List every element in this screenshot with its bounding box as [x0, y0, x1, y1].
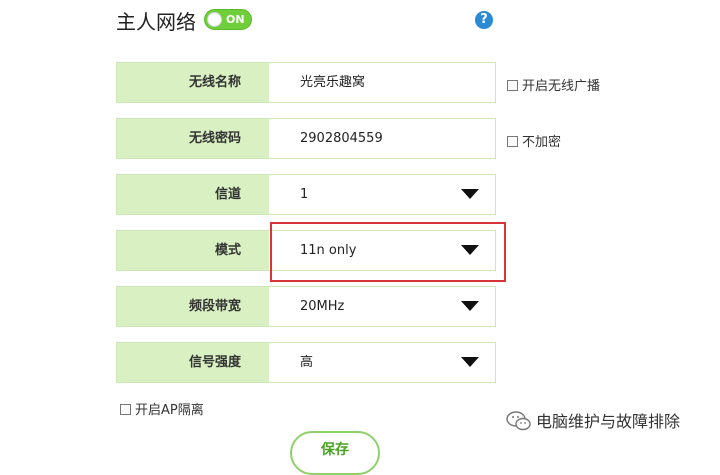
ap-isolation-label: 开启AP隔离	[135, 403, 204, 418]
mode-label: 模式	[214, 243, 241, 258]
save-button[interactable]: 保存	[290, 431, 380, 475]
chevron-down-icon[interactable]	[461, 301, 479, 311]
broadcast-option[interactable]: 开启无线广播	[507, 75, 600, 94]
channel-row: 信道 1	[116, 174, 496, 215]
signal-strength-row: 信号强度 高	[116, 342, 496, 383]
signal-strength-label: 信号强度	[188, 355, 241, 370]
password-label: 无线密码	[188, 131, 241, 146]
wechat-icon	[506, 411, 531, 431]
password-row: 无线密码 2902804559	[116, 118, 496, 159]
toggle-knob	[207, 12, 222, 27]
broadcast-label: 开启无线广播	[522, 79, 601, 94]
chevron-down-icon[interactable]	[461, 189, 479, 199]
password-value: 2902804559	[300, 131, 383, 146]
broadcast-checkbox[interactable]	[507, 80, 518, 91]
no-encrypt-label: 不加密	[522, 135, 562, 150]
ssid-row: 无线名称 光亮乐趣窝	[116, 62, 496, 103]
ap-isolation-checkbox[interactable]	[120, 404, 131, 415]
toggle-label: ON	[226, 13, 245, 26]
no-encrypt-option[interactable]: 不加密	[507, 131, 561, 150]
page-title: 主人网络	[116, 10, 196, 34]
password-input[interactable]: 2902804559	[269, 119, 495, 158]
bandwidth-row: 频段带宽 20MHz	[116, 286, 496, 327]
ssid-label: 无线名称	[188, 75, 241, 90]
channel-label: 信道	[214, 187, 241, 202]
channel-select[interactable]: 1	[269, 175, 495, 214]
bandwidth-label: 频段带宽	[188, 299, 241, 314]
channel-value: 1	[300, 187, 309, 202]
master-network-toggle[interactable]: ON	[204, 9, 252, 30]
signal-strength-select[interactable]: 高	[269, 343, 495, 382]
ap-isolation-option[interactable]: 开启AP隔离	[120, 399, 204, 418]
watermark: 电脑维护与故障排除	[506, 408, 680, 432]
ssid-input[interactable]: 光亮乐趣窝	[269, 63, 495, 102]
bandwidth-value: 20MHz	[300, 299, 345, 314]
mode-highlight-box	[270, 222, 506, 282]
help-icon[interactable]: ?	[475, 11, 493, 29]
signal-strength-value: 高	[300, 355, 314, 370]
chevron-down-icon[interactable]	[461, 357, 479, 367]
ssid-value: 光亮乐趣窝	[300, 75, 366, 90]
bandwidth-select[interactable]: 20MHz	[269, 287, 495, 326]
no-encrypt-checkbox[interactable]	[507, 136, 518, 147]
watermark-text: 电脑维护与故障排除	[536, 412, 681, 431]
